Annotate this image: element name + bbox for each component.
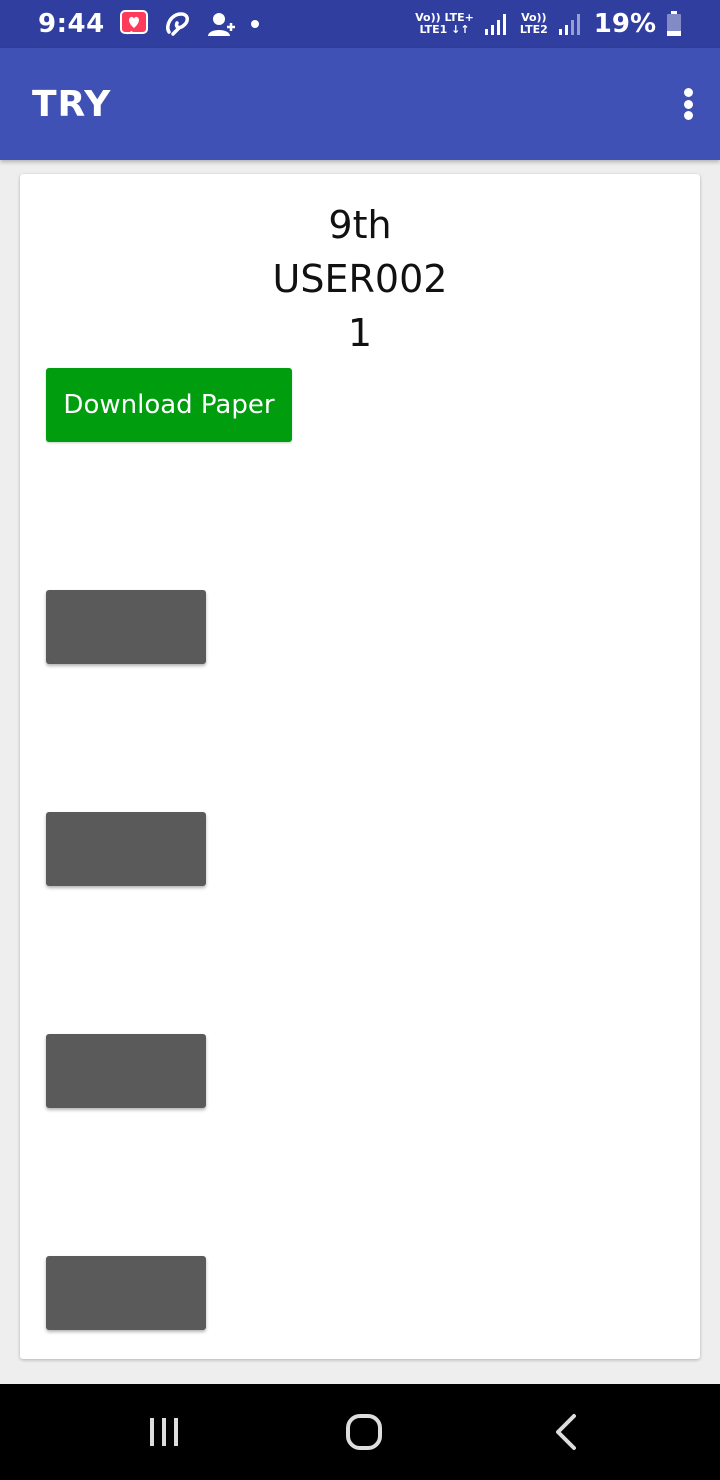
heart-message-icon <box>119 9 149 39</box>
back-button[interactable] <box>544 1410 588 1454</box>
battery-icon <box>666 11 682 37</box>
paper-info: 9th USER002 1 <box>20 198 700 360</box>
class-label: 9th <box>328 203 392 247</box>
more-vertical-icon <box>683 111 693 120</box>
overflow-menu-button[interactable] <box>676 82 700 126</box>
home-icon <box>346 1414 382 1450</box>
signal-strength-2-icon <box>558 11 584 37</box>
status-right: Vo)) LTE+ LTE1 ↓↑ Vo)) LTE2 19% <box>415 9 682 39</box>
user-id-label: USER002 <box>272 257 448 301</box>
add-contact-icon <box>207 10 237 38</box>
system-navigation-bar <box>0 1384 720 1480</box>
download-paper-button[interactable]: Download Paper <box>46 368 292 442</box>
more-vertical-icon <box>683 99 693 109</box>
option-button-2[interactable] <box>46 812 206 886</box>
option-button-1[interactable] <box>46 590 206 664</box>
status-left: 9:44 <box>38 9 259 39</box>
airtel-logo-icon <box>163 10 193 38</box>
option-button-3[interactable] <box>46 1034 206 1108</box>
back-icon <box>556 1414 576 1450</box>
recent-apps-icon <box>150 1418 178 1446</box>
home-button[interactable] <box>342 1410 386 1454</box>
sim1-network-bottom: LTE1 ↓↑ <box>419 23 470 36</box>
status-time: 9:44 <box>38 9 105 39</box>
signal-strength-icon <box>484 11 510 37</box>
recent-apps-button[interactable] <box>142 1410 186 1454</box>
paper-number-label: 1 <box>347 311 373 355</box>
more-vertical-icon <box>683 88 693 97</box>
notification-dot-icon <box>250 20 259 28</box>
app-title: TRY <box>32 83 112 125</box>
sim1-network-label: Vo)) LTE+ LTE1 ↓↑ <box>415 12 474 36</box>
status-bar: 9:44 Vo)) LTE+ LTE1 ↓↑ Vo)) LTE2 19% <box>0 0 720 48</box>
battery-percentage: 19% <box>593 9 656 39</box>
app-bar: TRY <box>0 48 720 160</box>
content-card: 9th USER002 1 Download Paper <box>20 174 700 1359</box>
sim2-network-label: Vo)) LTE2 <box>520 12 548 36</box>
option-button-4[interactable] <box>46 1256 206 1330</box>
sim2-network-bottom: LTE2 <box>519 23 548 36</box>
